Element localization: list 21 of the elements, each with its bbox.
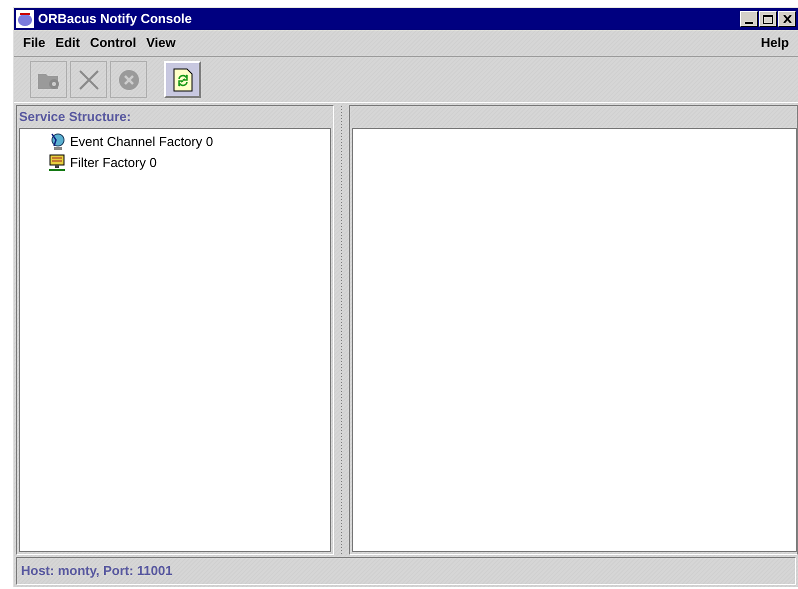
maximize-button[interactable]	[759, 11, 777, 27]
menu-item[interactable]: File	[18, 33, 50, 53]
status-bar: Host: monty, Port: 11001	[16, 557, 796, 585]
refresh-document-icon	[172, 68, 192, 92]
menu-item[interactable]: Help	[756, 33, 794, 53]
menu-item[interactable]: Control	[84, 33, 142, 53]
cross-icon	[76, 68, 100, 92]
app-logo-icon	[16, 10, 34, 28]
computer-icon	[48, 154, 66, 172]
minimize-icon	[745, 22, 753, 24]
menu-item[interactable]: View	[141, 33, 181, 53]
tree-item[interactable]: Filter Factory 0	[70, 152, 157, 172]
stop-icon	[116, 68, 140, 92]
close-button[interactable]	[778, 11, 796, 27]
close-icon	[782, 15, 792, 23]
minimize-button[interactable]	[740, 11, 758, 27]
panel-title: Service Structure:	[18, 108, 132, 126]
tree-item[interactable]: Event Channel Factory 0	[70, 132, 214, 152]
menu-item[interactable]: Edit	[50, 33, 85, 53]
window-title: ORBacus Notify Console	[38, 10, 193, 28]
maximize-icon	[763, 14, 773, 24]
